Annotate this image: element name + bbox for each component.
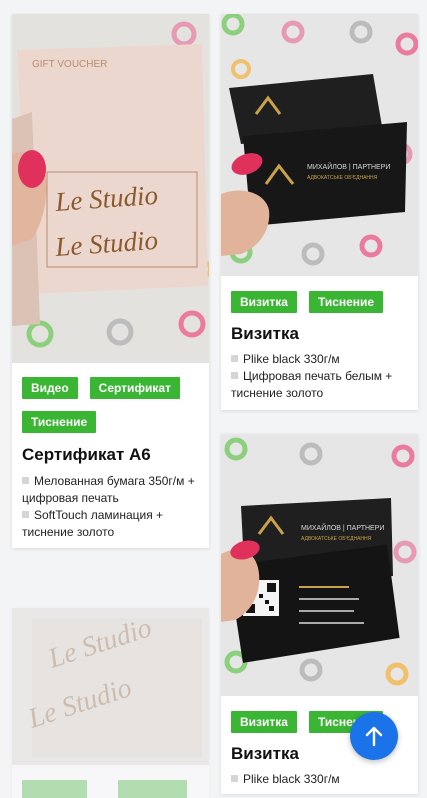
feature-item: Мелованная бумага 350г/м + цифровая печа… — [22, 474, 195, 505]
bullet-icon — [231, 775, 238, 782]
tag-embossing[interactable]: Тиснение — [308, 291, 384, 313]
feature-list: Plike black 330г/м Цифровая печать белым… — [221, 351, 418, 402]
product-photo[interactable]: МИХАЙЛОВ | ПАРТНЕРИ АДВОКАТСЬКЕ ОБ'ЄДНАН… — [221, 434, 418, 696]
tag-video[interactable]: Видео — [22, 377, 78, 399]
bullet-icon — [22, 477, 29, 484]
bullet-icon — [231, 355, 238, 362]
photo-text: МИХАЙЛОВ | ПАРТНЕРИ — [301, 523, 384, 532]
photo-text: АДВОКАТСЬКЕ ОБ'ЄДНАННЯ — [307, 175, 378, 181]
photo-text: GIFT VOUCHER — [32, 59, 107, 70]
scroll-top-button[interactable] — [350, 712, 398, 760]
photo-text: МИХАЙЛОВ | ПАРТНЕРИ — [307, 162, 390, 171]
feature-item: SoftTouch ламинация + тиснение золото — [22, 508, 164, 539]
tag-business-card[interactable]: Визитка — [231, 711, 297, 733]
product-photo[interactable]: МИХАЙЛОВ | ПАРТНЕРИ АДВОКАТСЬКЕ ОБ'ЄДНАН… — [221, 14, 418, 276]
product-card[interactable]: GIFT VOUCHER Le Studio Le Studio Видео С… — [12, 14, 209, 548]
feature-item: Цифровая печать белым + тиснение золото — [231, 369, 393, 400]
tag-list — [12, 765, 209, 798]
feature-item: Plike black 330г/м — [231, 771, 408, 788]
tag-certificate[interactable]: Сертификат — [89, 377, 180, 399]
feature-list: Plike black 330г/м — [221, 771, 418, 788]
product-card-loading[interactable]: Le Studio Le Studio — [12, 608, 209, 798]
product-card[interactable]: МИХАЙЛОВ | ПАРТНЕРИ АДВОКАТСЬКЕ ОБ'ЄДНАН… — [221, 14, 418, 410]
bullet-icon — [231, 372, 238, 379]
tag-list: Видео Сертификат Тиснение — [12, 377, 209, 433]
arrow-up-icon — [365, 726, 383, 747]
tag-placeholder — [22, 780, 87, 798]
tag-embossing[interactable]: Тиснение — [22, 411, 97, 433]
tag-placeholder — [118, 780, 187, 798]
tag-business-card[interactable]: Визитка — [231, 291, 297, 313]
feature-list: Мелованная бумага 350г/м + цифровая печа… — [12, 473, 209, 541]
product-photo[interactable]: Le Studio Le Studio — [12, 608, 209, 765]
product-title[interactable]: Сертификат А6 — [12, 445, 209, 465]
feature-item: Plike black 330г/м — [231, 351, 408, 368]
product-title[interactable]: Визитка — [221, 324, 418, 344]
tag-list: Визитка Тиснение — [221, 291, 418, 313]
photo-text: АДВОКАТСЬКЕ ОБ'ЄДНАННЯ — [301, 536, 372, 542]
product-photo[interactable]: GIFT VOUCHER Le Studio Le Studio — [12, 14, 209, 363]
bullet-icon — [22, 511, 29, 518]
